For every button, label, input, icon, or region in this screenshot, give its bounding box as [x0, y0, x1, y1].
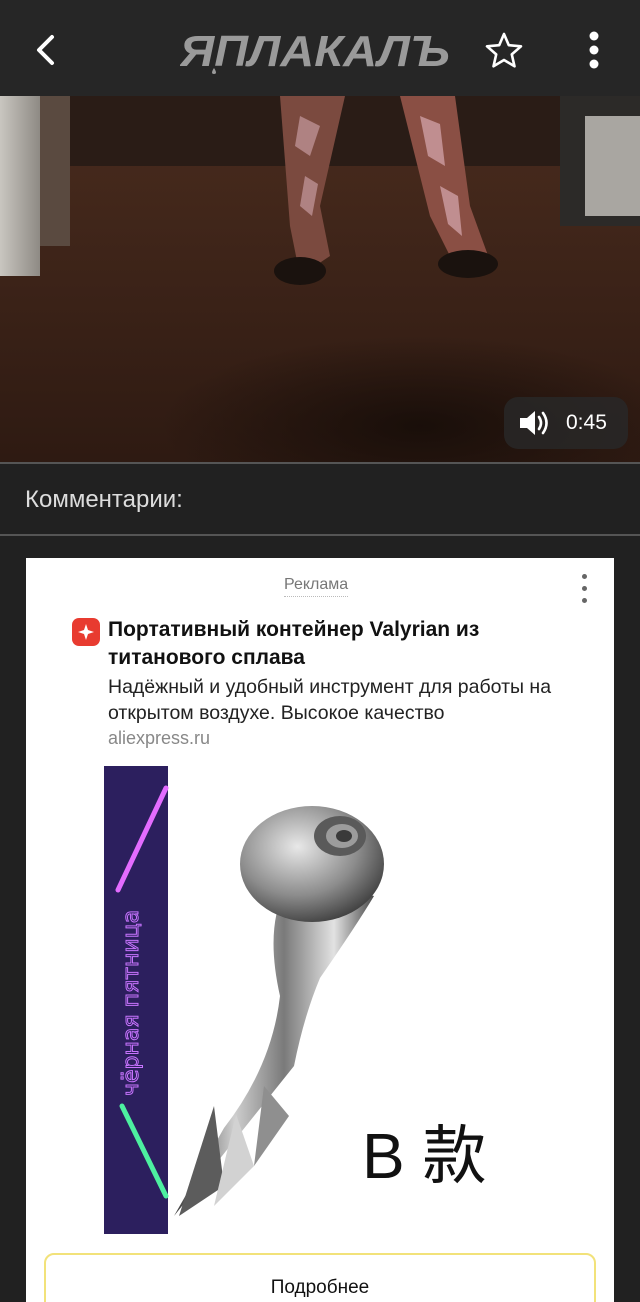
more-menu-button[interactable]	[570, 26, 618, 74]
ad-label: Реклама	[284, 576, 349, 597]
ad-domain[interactable]: aliexpress.ru	[108, 728, 210, 749]
site-logo[interactable]: ЯПЛАКАЛЪ	[179, 27, 458, 76]
ad-card[interactable]: Реклама Портативный контейнер Valyrian и…	[26, 558, 614, 1302]
top-bar: ЯПЛАКАЛЪ	[0, 0, 640, 96]
ad-title[interactable]: Портативный контейнер Valyrian из титано…	[108, 616, 588, 672]
ad-description: Надёжный и удобный инструмент для работы…	[108, 676, 552, 724]
video-controls-pill[interactable]: 0:45	[504, 397, 628, 449]
promo-banner-text: чёрная пятница	[119, 910, 144, 1096]
divider	[0, 462, 640, 464]
divider	[0, 534, 640, 536]
ad-more-button[interactable]	[572, 570, 596, 606]
ad-more-icon	[581, 573, 587, 579]
details-button[interactable]: Подробнее	[44, 1253, 596, 1302]
favorite-button[interactable]	[480, 26, 528, 74]
chevron-left-icon	[37, 35, 54, 65]
back-button[interactable]	[22, 26, 70, 74]
more-vertical-icon	[589, 31, 599, 69]
aliexpress-icon	[72, 618, 100, 646]
volume-icon[interactable]	[518, 408, 552, 438]
logo-text: ЯПЛАКАЛЪ	[180, 28, 450, 74]
ad-product-image[interactable]: чёрная пятница B 款	[104, 766, 574, 1234]
video-duration: 0:45	[566, 411, 607, 434]
variant-label: B 款	[362, 1120, 486, 1192]
star-icon	[485, 32, 523, 68]
comments-heading: Комментарии:	[25, 486, 183, 513]
